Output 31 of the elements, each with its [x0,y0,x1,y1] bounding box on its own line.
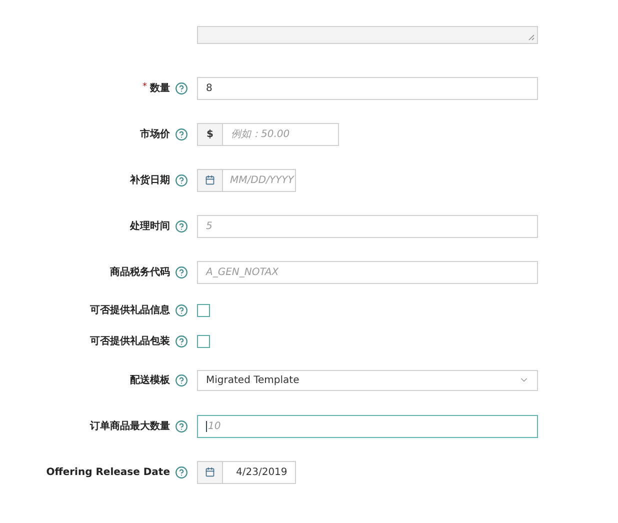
field-label: 数量 [150,82,170,96]
text-field[interactable]: 8 [197,76,538,100]
template-dropdown[interactable]: Migrated Template [197,370,538,390]
required-mark: * [142,81,147,94]
field-label: 可否提供礼品信息 [90,304,170,318]
field-label: Offering Release Date [46,466,170,480]
field-label: 商品税务代码 [110,265,170,280]
calendar-icon [205,467,215,477]
field-label: 配送模板 [130,374,170,388]
date-field[interactable]: 4/23/2019 [197,460,296,484]
field-label: 处理时间 [130,220,170,234]
field-label: 市场价 [140,127,170,142]
help-icon[interactable] [175,266,188,278]
help-icon[interactable] [175,82,188,94]
help-icon[interactable] [175,374,188,386]
help-icon[interactable] [175,174,188,186]
price-field[interactable]: $ 例如：50.00 [197,122,339,146]
field-label: 补货日期 [130,173,170,188]
resize-handle-icon [528,34,535,41]
help-icon[interactable] [175,420,188,432]
help-icon[interactable] [175,304,188,317]
help-icon[interactable] [175,128,188,140]
field-label: 订单商品最大数量 [90,419,170,434]
checkbox[interactable] [197,335,210,348]
help-icon[interactable] [175,466,188,478]
calendar-icon [205,175,215,185]
checkbox[interactable] [197,304,210,317]
field-label: 可否提供礼品包装 [90,334,170,349]
help-icon[interactable] [175,335,188,348]
currency-prefix: $ [198,124,223,144]
help-icon[interactable] [175,220,188,232]
